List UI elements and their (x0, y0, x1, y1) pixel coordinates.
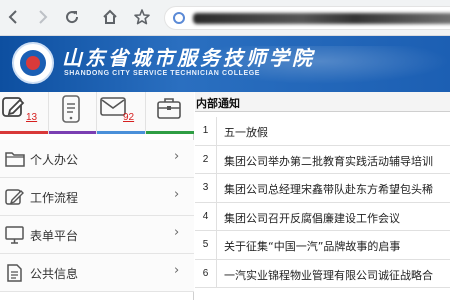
menu-item-workflow[interactable]: 工作流程 › (0, 178, 194, 216)
monitor-icon (5, 226, 24, 244)
mail-count[interactable]: 92 (123, 112, 134, 123)
notice-number: 6 (195, 259, 217, 288)
folder-icon (5, 152, 25, 167)
browser-toolbar (0, 0, 450, 36)
notice-link[interactable]: 五一放假 (224, 124, 450, 140)
menu-item-label: 表单平台 (30, 229, 79, 243)
quick-edit[interactable]: 13 (0, 92, 49, 134)
quick-phone-doc-bar (48, 131, 96, 134)
menu-item-label: 工作流程 (30, 191, 79, 205)
notice-row[interactable]: 6 一汽实业锦程物业管理有限公司诚征战略合 (195, 259, 450, 288)
quick-access-bar: 13 92 (0, 92, 194, 134)
notice-row[interactable]: 2 集团公司举办第二批教育实践活动辅导培训 (195, 145, 450, 174)
notice-list: 1 五一放假 2 集团公司举办第二批教育实践活动辅导培训 3 集团公司总经理宋鑫… (195, 117, 450, 288)
menu-item-label: 公共信息 (30, 267, 79, 281)
back-arrow-icon[interactable] (2, 5, 26, 29)
notice-link[interactable]: 集团公司总经理宋鑫带队赴东方希望包头稀 (224, 181, 450, 197)
notice-row[interactable]: 3 集团公司总经理宋鑫带队赴东方希望包头稀 (195, 174, 450, 203)
notice-number: 3 (195, 174, 217, 202)
quick-mail-bar (97, 131, 145, 134)
notice-row[interactable]: 1 五一放假 (195, 117, 450, 146)
notice-header: 内部通知 (195, 92, 450, 112)
quick-briefcase[interactable] (145, 92, 194, 134)
menu-item-form-platform[interactable]: 表单平台 › (0, 216, 194, 254)
chevron-right-icon: › (174, 263, 180, 278)
school-logo (12, 42, 54, 84)
school-name: 山东省城市服务技师学院 (62, 46, 315, 70)
quick-phone-doc[interactable] (48, 92, 97, 134)
edit-icon (5, 189, 24, 205)
edit-icon (2, 97, 25, 117)
forward-arrow-icon[interactable] (30, 5, 54, 29)
notice-link[interactable]: 关于征集“中国一汽”品牌故事的启事 (224, 238, 450, 254)
notice-row[interactable]: 5 关于征集“中国一汽”品牌故事的启事 (195, 231, 450, 260)
home-icon[interactable] (98, 5, 122, 29)
quick-briefcase-bar (145, 131, 194, 134)
notice-number: 1 (195, 117, 217, 145)
notice-number: 4 (195, 202, 217, 231)
notice-title: 内部通知 (196, 97, 240, 110)
chevron-right-icon: › (174, 225, 180, 240)
notice-number: 2 (195, 145, 217, 174)
phone-document-icon (61, 95, 80, 123)
sidebar-menu: 个人办公 › 工作流程 › 表单平台 › 公共信息 › (0, 140, 194, 292)
bookmark-star-icon[interactable] (130, 5, 154, 29)
menu-item-personal-office[interactable]: 个人办公 › (0, 140, 194, 178)
chevron-right-icon: › (174, 187, 180, 202)
notice-link[interactable]: 集团公司召开反腐倡廉建设工作会议 (224, 210, 450, 226)
chevron-right-icon: › (174, 149, 180, 164)
briefcase-icon (156, 98, 181, 119)
notice-link[interactable]: 一汽实业锦程物业管理有限公司诚征战略合 (224, 267, 450, 283)
left-sidebar: 13 92 个人办公 › 工作流程 › 表单平台 › 公共信息 › (0, 92, 194, 300)
notice-panel: 内部通知 1 五一放假 2 集团公司举办第二批教育实践活动辅导培训 3 集团公司… (195, 92, 450, 300)
edit-count[interactable]: 13 (26, 112, 37, 123)
address-bar[interactable] (164, 6, 450, 30)
school-banner: 山东省城市服务技师学院 SHANDONG CITY SERVICE TECHNI… (0, 36, 450, 92)
quick-edit-bar (0, 131, 48, 134)
quick-mail[interactable]: 92 (97, 92, 146, 134)
reload-icon[interactable] (60, 5, 84, 29)
school-name-english: SHANDONG CITY SERVICE TECHNICIAN COLLEGE (64, 70, 261, 77)
document-icon (7, 264, 22, 282)
site-info-icon[interactable] (173, 12, 185, 24)
notice-number: 5 (195, 231, 217, 259)
menu-item-public-info[interactable]: 公共信息 › (0, 254, 194, 292)
notice-row[interactable]: 4 集团公司召开反腐倡廉建设工作会议 (195, 202, 450, 231)
obscured-url (193, 13, 450, 24)
menu-item-label: 个人办公 (30, 153, 79, 167)
notice-link[interactable]: 集团公司举办第二批教育实践活动辅导培训 (224, 153, 450, 169)
